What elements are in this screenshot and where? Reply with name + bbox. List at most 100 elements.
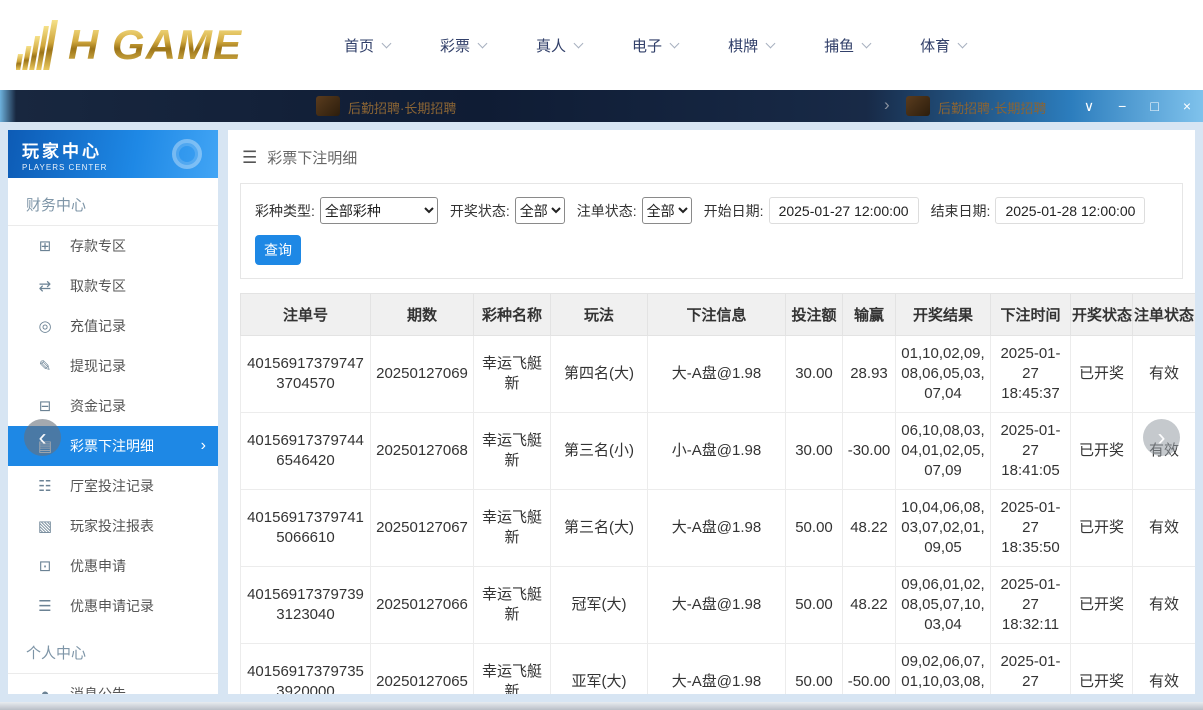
window-bottom-edge: [0, 702, 1203, 710]
table-cell: 10,04,06,08,03,07,02,01,09,05: [896, 490, 991, 567]
table-cell: 48.22: [843, 567, 896, 644]
content: ☰ 彩票下注明细 彩种类型: 全部彩种 开奖状态: 全部 注单状态: [228, 130, 1195, 694]
table-cell: 亚军(大): [551, 644, 648, 695]
table-cell: 01,10,02,09,08,06,05,03,07,04: [896, 336, 991, 413]
table-cell: 已开奖: [1071, 336, 1133, 413]
table-cell: 幸运飞艇新: [474, 644, 551, 695]
promo-apply-icon: ⊡: [36, 557, 54, 575]
window-close-icon[interactable]: ×: [1183, 99, 1191, 113]
table-cell: 大-A盘@1.98: [648, 567, 786, 644]
table-cell: 已开奖: [1071, 490, 1133, 567]
nav-item-live[interactable]: 真人: [536, 35, 582, 56]
nav-item-home[interactable]: 首页: [344, 35, 390, 56]
sidebar-item-label: 存款专区: [70, 236, 126, 256]
sidebar: 玩家中心 PLAYERS CENTER 财务中心 ⊞ 存款专区 ⇄ 取款专区 ◎…: [8, 130, 218, 694]
sidebar-item-hall-bet-records[interactable]: ☷ 厅室投注记录: [8, 466, 218, 506]
table-cell: 401569173797473704570: [241, 336, 371, 413]
table-cell: 第三名(大): [551, 490, 648, 567]
banner-next-icon[interactable]: ›: [884, 95, 890, 115]
fund-records-icon: ⊟: [36, 397, 54, 415]
banner-thumbnail: [316, 96, 340, 116]
sidebar-item-deposit-zone[interactable]: ⊞ 存款专区: [8, 226, 218, 266]
column-header: 下注信息: [648, 294, 786, 336]
sidebar-item-recharge-records[interactable]: ◎ 充值记录: [8, 306, 218, 346]
messages-icon: ●: [36, 686, 54, 695]
deposit-icon: ⊞: [36, 237, 54, 255]
table-cell: 50.00: [786, 567, 843, 644]
nav-item-lottery[interactable]: 彩票: [440, 35, 486, 56]
lottery-type-label: 彩种类型:: [255, 201, 315, 221]
table-cell: 幸运飞艇新: [474, 490, 551, 567]
nav-item-label: 棋牌: [728, 35, 758, 56]
start-date-input[interactable]: [769, 197, 919, 224]
table-cell: 幸运飞艇新: [474, 413, 551, 490]
sidebar-item-promo-apply-records[interactable]: ☰ 优惠申请记录: [8, 586, 218, 626]
table-cell: 大-A盘@1.98: [648, 336, 786, 413]
chevron-down-icon: [574, 38, 584, 48]
banner-thumbnail: [906, 96, 930, 116]
hall-bet-records-icon: ☷: [36, 477, 54, 495]
lottery-type-select[interactable]: 全部彩种: [320, 197, 438, 224]
table-cell: 已开奖: [1071, 567, 1133, 644]
table-row: 40156917379739312304020250127066幸运飞艇新冠军(…: [241, 567, 1196, 644]
search-button[interactable]: 查询: [255, 235, 301, 265]
sidebar-item-label: 消息公告: [70, 684, 126, 694]
sidebar-item-label: 玩家投注报表: [70, 516, 154, 536]
nav-item-label: 真人: [536, 35, 566, 56]
dashboard-decoration-icon: [172, 139, 202, 169]
menu-icon[interactable]: ☰: [242, 148, 257, 168]
table-cell: 50.00: [786, 644, 843, 695]
table-cell: 第四名(大): [551, 336, 648, 413]
bet-status-select[interactable]: 全部: [642, 197, 692, 224]
column-header: 下注时间: [991, 294, 1071, 336]
nav-item-label: 电子: [632, 35, 662, 56]
table-cell: 28.93: [843, 336, 896, 413]
window-collapse-icon[interactable]: ∨: [1084, 99, 1094, 113]
breadcrumb: ☰ 彩票下注明细: [228, 130, 1195, 181]
sidebar-item-player-bet-report[interactable]: ▧ 玩家投注报表: [8, 506, 218, 546]
table-cell: 有效: [1133, 336, 1196, 413]
sidebar-item-label: 资金记录: [70, 396, 126, 416]
table-row: 40156917379744654642020250127068幸运飞艇新第三名…: [241, 413, 1196, 490]
player-bet-report-icon: ▧: [36, 517, 54, 535]
table-row: 40156917379735392000020250127065幸运飞艇新亚军(…: [241, 644, 1196, 695]
table-cell: 401569173797415066610: [241, 490, 371, 567]
nav-item-chess[interactable]: 棋牌: [728, 35, 774, 56]
table-cell: 大-A盘@1.98: [648, 644, 786, 695]
column-header: 开奖状态: [1071, 294, 1133, 336]
column-header: 注单号: [241, 294, 371, 336]
window-maximize-icon[interactable]: □: [1150, 99, 1158, 113]
sidebar-item-withdraw-records[interactable]: ✎ 提现记录: [8, 346, 218, 386]
window-controls: ∨ − □ ×: [1084, 90, 1191, 122]
chevron-down-icon: [670, 38, 680, 48]
table-row: 40156917379747370457020250127069幸运飞艇新第四名…: [241, 336, 1196, 413]
background-banner: 后勤招聘·长期招聘 › 后勤招聘·长期招聘 ∨ − □ ×: [0, 90, 1203, 122]
banner-text: 后勤招聘·长期招聘: [348, 98, 456, 117]
end-date-input[interactable]: [995, 197, 1145, 224]
table-cell: 小-A盘@1.98: [648, 413, 786, 490]
sidebar-item-promo-apply[interactable]: ⊡ 优惠申请: [8, 546, 218, 586]
table-cell: 2025-01-27 18:35:50: [991, 490, 1071, 567]
sidebar-item-messages[interactable]: ● 消息公告: [8, 674, 218, 694]
logo-text: H GAME: [68, 21, 242, 69]
column-header: 玩法: [551, 294, 648, 336]
filter-panel: 彩种类型: 全部彩种 开奖状态: 全部 注单状态: 全部: [240, 183, 1183, 279]
player-center-window: 玩家中心 PLAYERS CENTER 财务中心 ⊞ 存款专区 ⇄ 取款专区 ◎…: [0, 122, 1203, 702]
nav-item-fishing[interactable]: 捕鱼: [824, 35, 870, 56]
table-cell: 第三名(小): [551, 413, 648, 490]
table-cell: 2025-01-27 18:32:11: [991, 567, 1071, 644]
bet-status-label: 注单状态:: [577, 201, 637, 221]
table-row: 40156917379741506661020250127067幸运飞艇新第三名…: [241, 490, 1196, 567]
window-minimize-icon[interactable]: −: [1118, 99, 1126, 113]
logo[interactable]: H GAME: [16, 20, 308, 70]
nav-item-sports[interactable]: 体育: [920, 35, 966, 56]
chevron-right-icon: ›: [1158, 424, 1166, 451]
nav-item-slots[interactable]: 电子: [632, 35, 678, 56]
carousel-next-button[interactable]: ›: [1143, 419, 1180, 456]
chevron-down-icon: [478, 38, 488, 48]
draw-status-select[interactable]: 全部: [515, 197, 565, 224]
sidebar-item-withdraw-zone[interactable]: ⇄ 取款专区: [8, 266, 218, 306]
column-header: 期数: [371, 294, 474, 336]
carousel-prev-button[interactable]: ‹: [24, 419, 61, 456]
column-header: 投注额: [786, 294, 843, 336]
